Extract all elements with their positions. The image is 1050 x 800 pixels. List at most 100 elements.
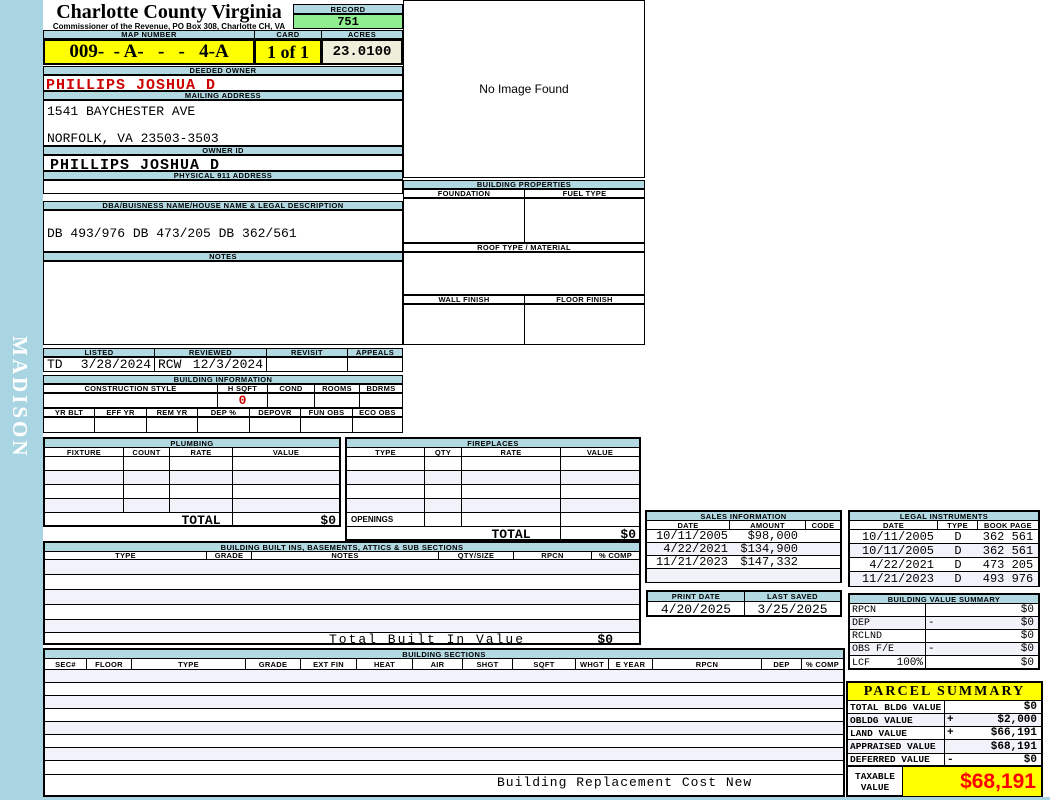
physical-address-label: PHYSICAL 911 ADDRESS bbox=[43, 171, 403, 180]
card-value: 1 of 1 bbox=[254, 39, 322, 65]
empty-cell bbox=[347, 527, 462, 541]
empty-cell bbox=[170, 485, 233, 498]
reviewed-value: RCW 12/3/2024 bbox=[154, 357, 267, 372]
col-heat: HEAT bbox=[357, 659, 413, 669]
empty-cell bbox=[124, 471, 170, 484]
parcel-row: DEFERRED VALUE - $0 bbox=[848, 754, 1041, 767]
construction-style-label: CONSTRUCTION STYLE bbox=[43, 384, 218, 393]
empty-cell bbox=[233, 499, 339, 512]
building-sections-title: BUILDING SECTIONS bbox=[45, 650, 843, 659]
left-sidebar: MADISON bbox=[0, 0, 43, 800]
empty-cell bbox=[561, 457, 639, 470]
sale-date: 10/11/2005 bbox=[655, 529, 728, 543]
vs-value: $0 bbox=[1020, 604, 1034, 616]
parcel-summary: PARCEL SUMMARY TOTAL BLDG VALUE $0 OBLDG… bbox=[846, 681, 1043, 797]
reviewed-date: 12/3/2024 bbox=[192, 357, 263, 372]
col-e-year: E YEAR bbox=[609, 659, 653, 669]
map-number-label: MAP NUMBER bbox=[43, 30, 255, 39]
revisit-label: REVISIT bbox=[266, 348, 348, 357]
appeals-value bbox=[347, 357, 403, 372]
sales-row bbox=[647, 569, 840, 582]
print-date-label: PRINT DATE bbox=[648, 592, 745, 601]
eco-obs-label: ECO OBS bbox=[352, 408, 403, 417]
built-ins-empty-row bbox=[45, 560, 639, 575]
empty-cell bbox=[425, 471, 462, 484]
empty-cell bbox=[425, 513, 462, 526]
vs-label: OBS F/E bbox=[850, 643, 926, 655]
plumbing-empty-row bbox=[45, 471, 339, 485]
h-sqft-value: 0 bbox=[217, 393, 268, 408]
parcel-value: $0 bbox=[1023, 753, 1037, 766]
col-pct-comp: % COMP bbox=[805, 659, 840, 669]
vs-value: $0 bbox=[1020, 643, 1034, 655]
sale-date bbox=[647, 569, 730, 582]
reviewed-label: REVIEWED bbox=[154, 348, 267, 357]
parcel-row: APPRAISED VALUE $68,191 bbox=[848, 740, 1041, 754]
empty-cell bbox=[561, 471, 639, 484]
empty-cell bbox=[233, 485, 339, 498]
col-date: DATE bbox=[647, 521, 730, 530]
vs-value: $0 bbox=[1020, 630, 1034, 642]
physical-address-box bbox=[43, 180, 403, 194]
sales-table: SALES INFORMATION DATE AMOUNT CODE 10/11… bbox=[645, 510, 842, 583]
parcel-row: TOTAL BLDG VALUE $0 bbox=[848, 701, 1041, 714]
plumbing-total-row: TOTAL $0 bbox=[45, 513, 339, 528]
sale-code bbox=[806, 530, 840, 542]
parcel-row: OBLDG VALUE + $2,000 bbox=[848, 714, 1041, 727]
legal-row: 11/21/2023 D 493 976 bbox=[850, 572, 1038, 586]
empty-cell bbox=[462, 485, 561, 498]
empty-cell bbox=[347, 499, 425, 512]
sale-amount: $134,900 bbox=[740, 542, 798, 556]
empty-cell bbox=[347, 485, 425, 498]
built-ins-total-value: $0 bbox=[597, 632, 613, 647]
openings-label: OPENINGS bbox=[347, 513, 425, 526]
sale-date: 4/22/2021 bbox=[663, 542, 728, 556]
empty-cell bbox=[233, 457, 339, 470]
col-dep: DEP bbox=[762, 659, 802, 669]
print-date-value: 4/20/2025 bbox=[648, 602, 745, 617]
floor-finish-label: FLOOR FINISH bbox=[524, 295, 645, 304]
value-summary-row: RCLND $0 bbox=[850, 630, 1038, 643]
sales-row: 11/21/2023 $147,332 bbox=[647, 555, 840, 569]
empty-cell bbox=[462, 457, 561, 470]
acres-value: 23.0100 bbox=[321, 39, 403, 65]
sale-amount bbox=[730, 569, 806, 582]
empty-cell bbox=[462, 513, 561, 526]
building-properties-title: BUILDING PROPERTIES bbox=[403, 180, 645, 189]
col-type: TYPE bbox=[347, 448, 425, 457]
foundation-value bbox=[403, 198, 525, 243]
building-sections-header-row: SEC# FLOOR TYPE GRADE EXT FIN HEAT AIR S… bbox=[45, 659, 843, 670]
col-grade: GRADE bbox=[207, 551, 252, 560]
col-rate: RATE bbox=[462, 448, 561, 457]
owner-id-label: OWNER ID bbox=[43, 146, 403, 155]
sale-date: 11/21/2023 bbox=[655, 555, 728, 569]
col-date: DATE bbox=[850, 521, 938, 530]
built-ins-table: BUILDING BUILT INS, BASEMENTS, ATTICS & … bbox=[43, 541, 641, 647]
built-ins-empty-row bbox=[45, 590, 639, 605]
mailing-address-box: 1541 BAYCHESTER AVE NORFOLK, VA 23503-35… bbox=[43, 100, 403, 146]
print-info-box: PRINT DATE LAST SAVED 4/20/2025 3/25/202… bbox=[646, 590, 842, 617]
taxable-label-line1: TAXABLE bbox=[855, 770, 895, 782]
legal-date: 4/22/2021 bbox=[869, 557, 934, 572]
revisit-value bbox=[266, 357, 348, 372]
deeded-owner-value: PHILLIPS JOSHUA D bbox=[43, 75, 403, 93]
eco-obs-value bbox=[352, 417, 403, 433]
col-rpcn: RPCN bbox=[514, 551, 592, 560]
fun-obs-label: FUN OBS bbox=[300, 408, 353, 417]
parcel-label: LAND VALUE bbox=[848, 727, 945, 739]
cond-label: COND bbox=[267, 384, 315, 393]
owner-id-box: PHILLIPS JOSHUA D bbox=[43, 155, 403, 173]
parcel-value: $0 bbox=[1023, 701, 1037, 713]
dba-label: DBA/BUISNESS NAME/HOUSE NAME & LEGAL DES… bbox=[43, 201, 403, 210]
sale-code bbox=[806, 569, 840, 582]
mailing-address-label: MAILING ADDRESS bbox=[43, 91, 403, 100]
value-summary-row: RPCN $0 bbox=[850, 604, 1038, 617]
col-type: TYPE bbox=[938, 521, 978, 530]
reviewed-by: RCW bbox=[158, 357, 182, 372]
legal-row: 10/11/2005 D 362 561 bbox=[850, 544, 1038, 558]
dba-box: DB 493/976 DB 473/205 DB 362/561 bbox=[43, 210, 403, 252]
col-amount: AMOUNT bbox=[730, 521, 806, 530]
floor-finish-value bbox=[524, 304, 645, 345]
parcel-op bbox=[945, 740, 961, 753]
print-info-header-row: PRINT DATE LAST SAVED bbox=[648, 592, 840, 602]
